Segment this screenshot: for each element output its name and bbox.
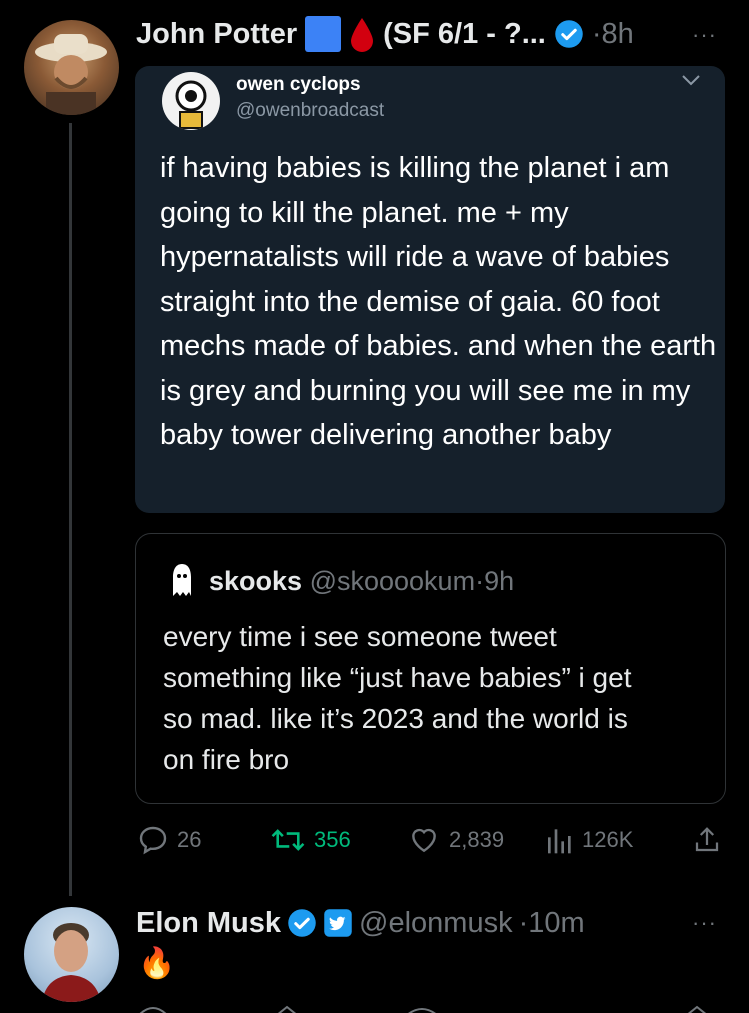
quoted-text: every time i see someone tweet something… — [163, 621, 632, 775]
repost-button[interactable]: 356 — [270, 824, 351, 856]
tweet1-time-value: 8h — [601, 17, 634, 50]
embed-tweet-text: if having babies is killing the planet i… — [160, 152, 717, 451]
tweet1-author-name[interactable]: John Potter — [136, 18, 297, 51]
ghost-avatar-icon — [173, 564, 191, 596]
share-icon — [695, 827, 719, 852]
quoted-author-name: skooks — [209, 566, 303, 596]
analytics-icon — [548, 829, 571, 854]
quoted-author-handle: @skooookum — [309, 566, 476, 596]
like-button[interactable]: 2,839 — [407, 824, 504, 856]
reply-icon — [139, 826, 167, 855]
tweet2-handle[interactable]: @elonmusk — [359, 907, 513, 940]
tweet1-author-suffix: (SF 6/1 - ?... — [383, 17, 546, 50]
elon-musk-avatar[interactable] — [24, 907, 119, 1002]
embed-author-name: owen cyclops — [236, 74, 361, 95]
views-button[interactable]: 126K — [546, 824, 633, 856]
tweet2-header: Elon Musk @elonmusk ·10m — [136, 903, 585, 943]
twitter-bird-badge-icon — [324, 909, 352, 937]
john-potter-avatar[interactable] — [24, 20, 119, 115]
owen-cyclops-avatar — [162, 72, 220, 130]
verified-badge-icon[interactable] — [287, 908, 317, 938]
thread-line — [69, 123, 72, 896]
reply-button[interactable]: 26 — [137, 824, 201, 856]
chevron-down-icon — [682, 75, 700, 86]
heart-icon — [412, 828, 436, 853]
tweet2-time[interactable]: ·10m — [519, 907, 585, 940]
blue-square-icon — [305, 16, 342, 52]
cyclops-cartoon-icon — [175, 80, 207, 129]
share-button[interactable] — [692, 824, 722, 856]
tweet1-header: John Potter (SF 6/1 - ?... ·8h — [136, 14, 634, 54]
quoted-header: skooks @skooookum·9h — [209, 566, 514, 597]
reply-count: 26 — [177, 827, 202, 852]
repost-count: 356 — [314, 827, 351, 852]
like-count: 2,839 — [449, 827, 505, 852]
tweet2-text: 🔥 — [138, 947, 176, 980]
tweet2-time-value: 10m — [528, 906, 585, 939]
embedded-tweet-image[interactable]: owen cyclops @owenbroadcast if having ba… — [135, 66, 725, 513]
tweet1-time[interactable]: ·8h — [592, 18, 634, 51]
quoted-time: ·9h — [475, 566, 515, 596]
tweet2-actions-partial — [137, 1003, 717, 1013]
view-count: 126K — [582, 827, 634, 852]
embed-author-handle: @owenbroadcast — [236, 100, 385, 121]
blood-drop-icon — [351, 18, 374, 52]
quoted-time-value: 9h — [484, 566, 515, 596]
verified-badge-icon[interactable] — [554, 19, 584, 49]
tweet2-more-button[interactable]: ··· — [692, 910, 717, 936]
person-photo-icon — [42, 923, 101, 1002]
action-icons-cut-off — [139, 1005, 707, 1013]
tweet1-more-button[interactable]: ··· — [692, 22, 717, 48]
repost-icon — [271, 829, 305, 851]
cowboy-photo-icon — [35, 34, 107, 115]
tweet2-author-name[interactable]: Elon Musk — [136, 907, 281, 940]
